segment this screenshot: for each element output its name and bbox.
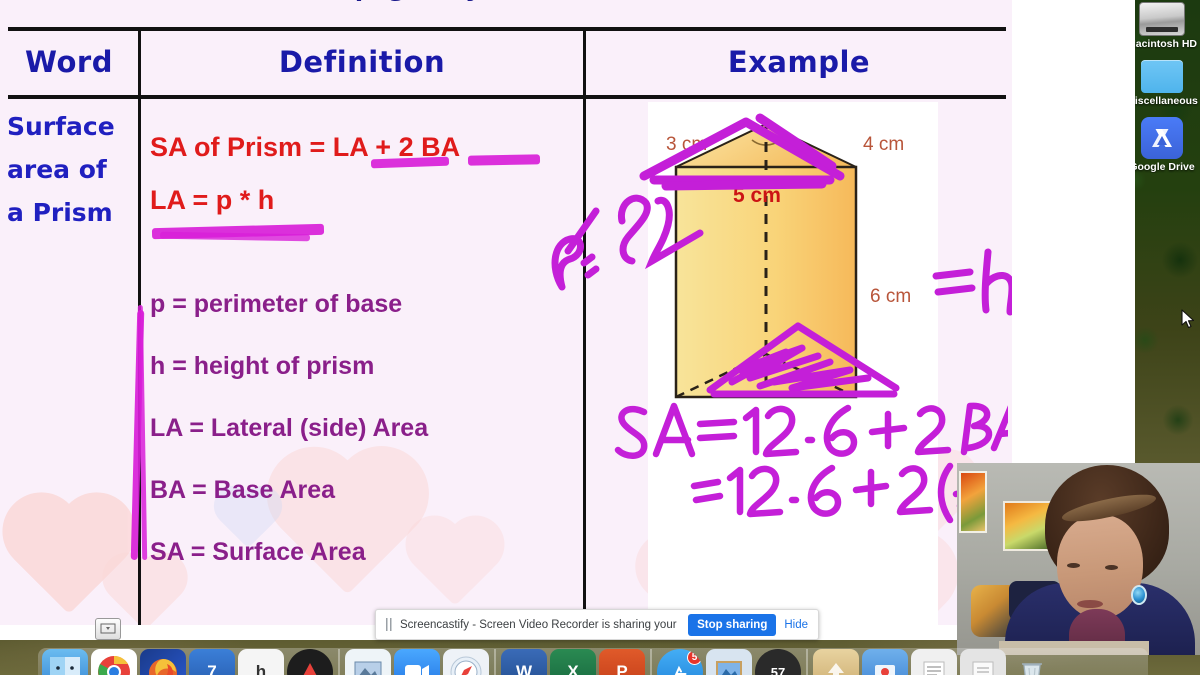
dock-separator [650,649,652,675]
webcam-overlay[interactable] [957,463,1200,655]
wall-art-left [959,471,987,533]
svg-text:5 cm: 5 cm [733,184,781,207]
cell-word: Surface area of a Prism [4,105,136,234]
dock-item-word[interactable]: W [501,649,547,675]
desktop-icon-miscellaneous[interactable]: Miscellaneous [1124,60,1200,107]
downloads-icon [828,663,844,675]
dock-item-firefox[interactable] [140,649,186,675]
person-eye-right [1105,565,1118,570]
powerpoint-icon: P [616,662,628,675]
person-earring [1131,585,1147,605]
dock: 7 h W X P 5 57 [38,648,1148,675]
notability-icon: 7 [207,662,217,675]
desktop-icon-label: Macintosh HD [1126,38,1197,50]
acrobat-icon [303,663,317,675]
legend-line-h: h = height of prism [150,352,375,380]
svg-text:3 cm: 3 cm [666,134,707,155]
prism-svg: 3 cm 4 cm 5 cm 6 cm [666,122,911,399]
dock-separator [806,649,808,675]
mouse-cursor [1181,309,1195,329]
dock-item-recents[interactable] [960,649,1006,675]
legend-line-sa: SA = Surface Area [150,538,366,566]
screen-share-bar: Screencastify - Screen Video Recorder is… [375,609,819,640]
finder-icon [50,657,80,675]
svg-text:4 cm: 4 cm [863,134,904,155]
dock-item-downloads[interactable] [813,649,859,675]
cell-definition: SA of Prism = LA + 2 BA LA = p * h p = p… [150,132,580,600]
drag-handle-icon[interactable] [386,618,392,631]
legend-line-ba: BA = Base Area [150,476,336,504]
word-line: a Prism [7,198,113,227]
dock-item-app-store[interactable]: 5 [657,649,703,675]
documents-icon [923,661,945,675]
dock-item-screencastify[interactable] [862,649,908,675]
notes-icon: h [255,662,267,675]
dock-item-notability[interactable]: 7 [189,649,235,675]
vocab-table-panel: Vocab. Table (on the left page of your n… [0,0,1012,625]
column-header-definition: Definition [278,45,446,79]
desktop-icons: Macintosh HD Miscellaneous Google Drive [1124,0,1200,260]
word-line: Surface [7,112,115,141]
stop-sharing-button[interactable]: Stop sharing [688,613,777,636]
app-store-icon [674,665,687,675]
dock-item-notes-app[interactable]: h [238,649,284,675]
folder-icon [1141,60,1183,93]
chrome-icon [98,655,130,675]
trash-icon [1022,663,1042,675]
dock-item-preview[interactable] [706,649,752,675]
app-store-badge: 5 [687,650,702,665]
dock-separator [494,649,496,675]
firefox-icon [149,659,177,675]
column-header-example: Example [727,45,871,79]
share-message: Screencastify - Screen Video Recorder is… [400,618,680,631]
dock-item-safari[interactable] [443,649,489,675]
dock-item-adobe-acrobat[interactable] [287,649,333,675]
definition-legend: p = perimeter of base h = height of pris… [150,290,580,567]
desktop-icon-label: Miscellaneous [1126,95,1198,107]
hard-drive-icon [1139,2,1185,36]
hide-button[interactable]: Hide [784,619,810,631]
formula-la: LA = p * h [150,185,275,215]
dock-item-finder[interactable] [42,649,88,675]
dock-item-powerpoint[interactable]: P [599,649,645,675]
highlighter-ba-term [467,154,541,166]
dock-separator [338,649,340,675]
dock-item-excel[interactable]: X [550,649,596,675]
recents-icon [972,661,994,675]
word-line: area of [7,155,107,184]
zoom-icon [405,665,429,675]
column-header-word: Word [25,45,113,79]
slide-title-strip: Vocab. Table (on the left page of your n… [0,0,1012,27]
desktop-icon-macintosh-hd[interactable]: Macintosh HD [1124,2,1200,50]
triangular-prism-figure: 3 cm 4 cm 5 cm 6 cm [648,102,938,422]
page-title: Vocab. Table (on the left page of your n… [18,0,675,2]
heart-decoration [13,503,125,615]
safari-icon [450,656,482,675]
dock-item-trash[interactable] [1009,649,1055,675]
dock-item-system-prefs[interactable]: 57 [755,649,801,675]
screen-icon [100,623,116,634]
desktop-icon-google-drive[interactable]: Google Drive [1124,117,1200,173]
desktop-icon-label: Google Drive [1129,161,1195,173]
system-prefs-icon: 57 [770,664,786,675]
legend-line-p: p = perimeter of base [150,290,403,318]
skitch-icon [354,661,382,675]
table-rule-header [8,95,1006,99]
screencastify-icon [875,665,895,675]
slide-player-control[interactable] [95,618,121,640]
legend-line-la: LA = Lateral (side) Area [150,414,429,442]
dock-item-chrome[interactable] [91,649,137,675]
excel-icon: X [567,662,579,675]
svg-text:6 cm: 6 cm [870,286,911,307]
screen: Macintosh HD Miscellaneous Google Drive [0,0,1200,675]
word-icon: W [515,662,533,675]
dock-item-skitch[interactable] [345,649,391,675]
google-drive-icon [1141,117,1183,159]
preview-icon [716,661,742,675]
cell-example: 3 cm 4 cm 5 cm 6 cm [586,102,1012,625]
dock-item-documents[interactable] [911,649,957,675]
person-eye-left [1067,563,1080,568]
person-mouth [1077,600,1103,608]
dock-item-zoom[interactable] [394,649,440,675]
